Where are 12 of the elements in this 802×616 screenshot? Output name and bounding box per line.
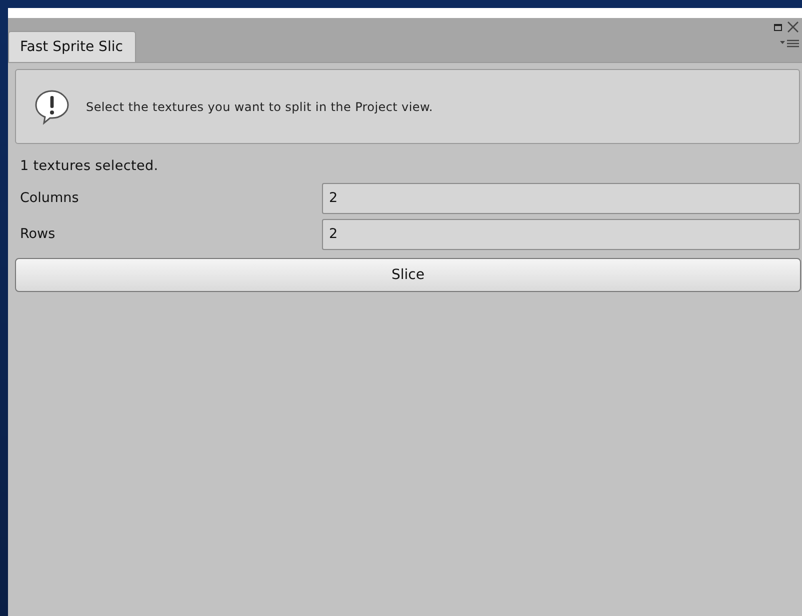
slice-button[interactable]: Slice: [15, 258, 801, 292]
field-label: Columns: [20, 190, 80, 206]
number-field[interactable]: 2: [322, 182, 800, 214]
window-tab[interactable]: Fast Sprite Slic: [8, 31, 136, 62]
status-text: 1 textures selected.: [19, 157, 160, 176]
field-label: Rows: [20, 226, 56, 242]
number-field[interactable]: 2: [322, 218, 800, 250]
maximize-icon[interactable]: [774, 24, 782, 30]
menu-icon[interactable]: [779, 39, 799, 48]
close-icon[interactable]: [787, 21, 799, 33]
help-message: Select the textures you want to split in the Project view.: [86, 100, 433, 114]
info-icon: [34, 88, 70, 124]
